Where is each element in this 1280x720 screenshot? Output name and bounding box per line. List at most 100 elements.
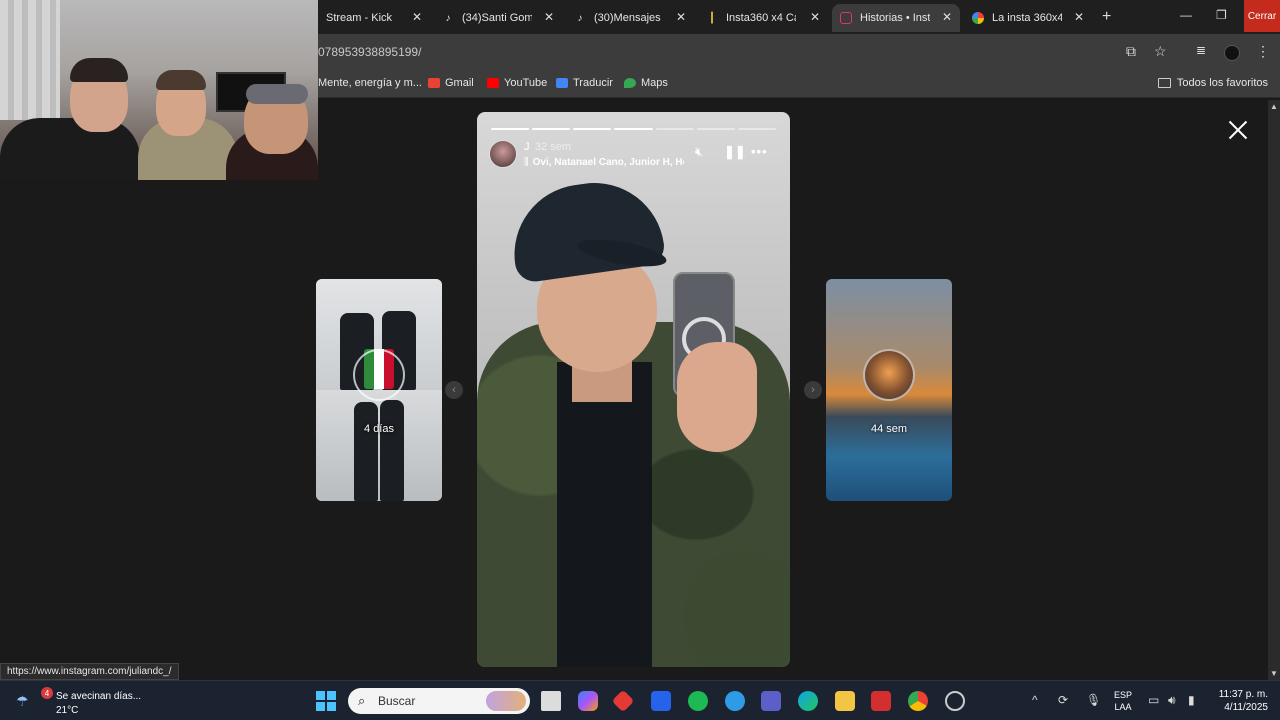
search-highlight-image bbox=[486, 691, 526, 711]
story-user-avatar[interactable] bbox=[489, 140, 517, 168]
network-icon[interactable]: ▭ bbox=[1148, 693, 1159, 707]
wps-icon[interactable] bbox=[871, 691, 891, 711]
restore-icon[interactable]: ❐ bbox=[1216, 8, 1227, 22]
next-story-preview[interactable]: 44 sem bbox=[826, 279, 952, 501]
url-field[interactable]: 078953938895199/ bbox=[318, 45, 421, 59]
file-explorer-icon[interactable] bbox=[835, 691, 855, 711]
chrome-icon[interactable] bbox=[908, 691, 928, 711]
battery-icon[interactable]: ▮ bbox=[1188, 693, 1195, 707]
scroll-up-icon[interactable]: ▲ bbox=[1270, 102, 1278, 111]
previous-story-preview[interactable]: 4 días bbox=[316, 279, 442, 501]
progress-segment bbox=[614, 128, 653, 130]
new-tab-button[interactable]: + bbox=[1102, 8, 1111, 26]
close-tab-icon[interactable]: ✕ bbox=[412, 10, 422, 24]
translate-icon bbox=[556, 78, 568, 88]
teams-icon[interactable] bbox=[761, 691, 781, 711]
active-story[interactable]: J 32 sem ⫼ Ovi, Natanael Cano, Junior H, … bbox=[477, 112, 790, 667]
youtube-icon bbox=[487, 78, 499, 88]
bookmark-label: Traducir bbox=[573, 77, 613, 89]
all-bookmarks-button[interactable]: Todos los favoritos bbox=[1157, 77, 1268, 89]
tab-label: Insta360 x4 Cam bbox=[726, 12, 796, 24]
windows-logo-pane bbox=[316, 702, 325, 711]
progress-segment bbox=[491, 128, 530, 130]
profile-avatar[interactable] bbox=[1224, 45, 1240, 61]
bookmark-youtube[interactable]: YouTube bbox=[487, 77, 547, 89]
preview-avatar bbox=[863, 349, 915, 401]
person-hair bbox=[70, 58, 128, 82]
settings-app-icon[interactable] bbox=[945, 691, 965, 711]
folder-icon bbox=[1157, 78, 1171, 88]
clock-date: 4/11/2025 bbox=[1224, 702, 1268, 713]
previous-story-arrow-icon[interactable]: ‹ bbox=[445, 381, 463, 399]
music-bars-icon: ⫼ bbox=[524, 157, 529, 168]
close-tab-icon[interactable]: ✕ bbox=[810, 10, 820, 24]
menu-icon[interactable]: ⋮ bbox=[1256, 43, 1270, 60]
page-scrollbar[interactable]: ▲ ▼ bbox=[1268, 100, 1280, 680]
bookmark-mente[interactable]: Mente, energía y m... bbox=[318, 77, 422, 89]
tiktok-icon: ♪ bbox=[577, 12, 583, 24]
tab-tiktok-messages[interactable]: ♪ (30)Mensajes | Ti ✕ bbox=[566, 4, 694, 32]
weather-widget[interactable]: ☂ 4 Se avecinan días... 21°C bbox=[14, 687, 154, 716]
close-tab-icon[interactable]: ✕ bbox=[942, 10, 952, 24]
tab-label: La insta 360x44 bbox=[992, 12, 1062, 24]
tab-google-search[interactable]: La insta 360x44 ✕ bbox=[964, 4, 1092, 32]
bookmark-label: YouTube bbox=[504, 77, 548, 89]
notification-badge: 4 bbox=[41, 687, 53, 699]
bookmark-maps[interactable]: Maps bbox=[624, 77, 668, 89]
app-red-diamond-icon[interactable] bbox=[611, 689, 635, 713]
link-status-url: https://www.instagram.com/juliandc_/ bbox=[0, 663, 179, 680]
language-indicator[interactable]: ESP LAA bbox=[1114, 689, 1132, 713]
insta360-icon: ┃ bbox=[708, 12, 716, 24]
story-username[interactable]: J bbox=[524, 141, 530, 153]
spotify-icon[interactable] bbox=[688, 691, 708, 711]
show-hidden-icons-chevron-icon[interactable]: ^ bbox=[1032, 693, 1038, 707]
tiktok-icon: ♪ bbox=[445, 12, 451, 24]
preview-time-label: 4 días bbox=[364, 423, 394, 435]
next-story-arrow-icon[interactable]: › bbox=[804, 381, 822, 399]
tab-instagram-stories[interactable]: Historias • Instag ✕ bbox=[832, 4, 960, 32]
more-options-icon[interactable]: ••• bbox=[751, 144, 768, 159]
gmail-icon bbox=[428, 78, 440, 88]
copilot-icon[interactable] bbox=[578, 691, 598, 711]
minimize-icon[interactable]: — bbox=[1180, 8, 1192, 22]
microphone-icon[interactable]: 🎙︎ bbox=[1086, 693, 1101, 707]
close-tab-icon[interactable]: ✕ bbox=[544, 10, 554, 24]
sync-icon[interactable]: ⟳ bbox=[1058, 693, 1068, 707]
tab-insta360[interactable]: ┃ Insta360 x4 Cam ✕ bbox=[698, 4, 828, 32]
bookmark-star-icon[interactable]: ☆ bbox=[1154, 43, 1167, 60]
start-button[interactable] bbox=[316, 691, 336, 711]
story-music-text: Ovi, Natanael Cano, Junior H, He bbox=[532, 157, 684, 168]
person-figure bbox=[354, 402, 378, 501]
pause-icon[interactable]: ❚❚ bbox=[724, 144, 746, 160]
bookmark-traducir[interactable]: Traducir bbox=[556, 77, 613, 89]
volume-icon[interactable]: 🔊︎ bbox=[1168, 693, 1176, 708]
google-icon bbox=[972, 12, 984, 24]
search-icon: ⌕ bbox=[358, 693, 366, 708]
tab-label: Historias • Instag bbox=[860, 12, 930, 24]
install-app-icon[interactable]: ⧉ bbox=[1126, 43, 1136, 60]
scroll-down-icon[interactable]: ▼ bbox=[1270, 669, 1278, 678]
weather-app-icon[interactable] bbox=[725, 691, 745, 711]
close-tab-icon[interactable]: ✕ bbox=[676, 10, 686, 24]
sunglasses-on-head bbox=[246, 84, 308, 104]
task-view-icon[interactable] bbox=[541, 691, 561, 711]
tab-label: (30)Mensajes | Ti bbox=[594, 12, 664, 24]
story-time: 32 sem bbox=[535, 141, 572, 153]
tab-kick[interactable]: Stream - Kick Da ✕ bbox=[318, 4, 430, 32]
bookmark-label: Maps bbox=[641, 77, 668, 89]
bookmark-gmail[interactable]: Gmail bbox=[428, 77, 474, 89]
taskbar-clock[interactable]: 11:37 p. m. 4/11/2025 bbox=[1212, 688, 1268, 714]
taskbar-search[interactable]: ⌕ Buscar bbox=[348, 688, 530, 714]
edge-icon[interactable] bbox=[798, 691, 818, 711]
rain-cloud-icon: ☂ bbox=[16, 693, 29, 709]
window-close-button[interactable]: Cerrar bbox=[1244, 0, 1280, 32]
story-music-label[interactable]: ⫼ Ovi, Natanael Cano, Junior H, He bbox=[524, 157, 684, 168]
weather-temp: 21°C bbox=[56, 705, 79, 716]
media-control-icon[interactable]: ≣ bbox=[1196, 43, 1206, 57]
language-line-1: ESP bbox=[1114, 690, 1133, 700]
store-icon[interactable] bbox=[651, 691, 671, 711]
muted-icon[interactable]: 🔇︎ bbox=[695, 144, 703, 160]
close-tab-icon[interactable]: ✕ bbox=[1074, 10, 1084, 24]
tab-tiktok-live[interactable]: ♪ (34)Santi Gomez ✕ bbox=[434, 4, 562, 32]
close-stories-icon[interactable] bbox=[1226, 118, 1250, 142]
